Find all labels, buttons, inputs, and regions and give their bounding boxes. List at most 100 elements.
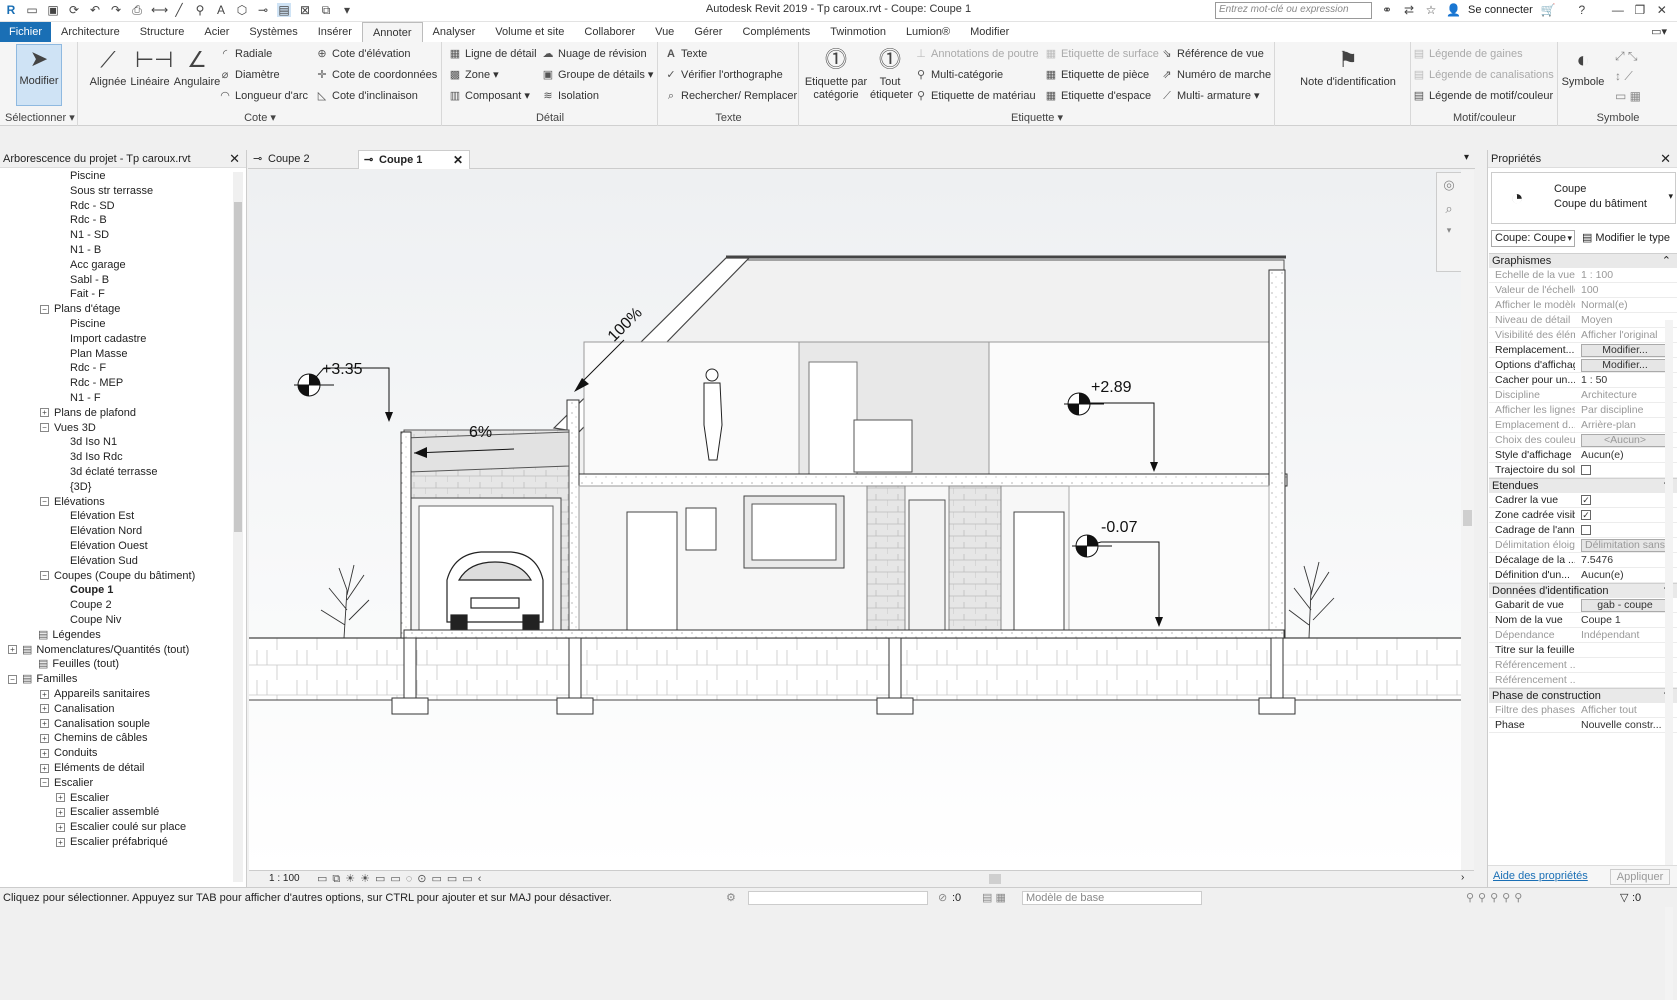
property-row[interactable]: Phase Nouvelle constr... [1489, 718, 1677, 733]
property-value[interactable]: Afficher tout [1581, 703, 1675, 718]
duct-legend-button[interactable]: ▤ Légende de gaines [1412, 46, 1523, 63]
close-icon[interactable]: ✕ [229, 150, 240, 168]
tree-item[interactable]: + ▤ Nomenclatures/Quantités (tout) [8, 643, 189, 658]
property-row[interactable]: Zone cadrée visible ✓ [1489, 508, 1677, 523]
property-checkbox[interactable]: ✓ [1581, 495, 1591, 506]
property-value[interactable]: Architecture [1581, 388, 1675, 403]
tree-item[interactable]: Import cadastre [56, 332, 146, 347]
instance-filter-select[interactable]: Coupe: Coupe ▾ [1491, 230, 1575, 247]
tree-item[interactable]: Plan Masse [56, 347, 127, 362]
tree-item[interactable]: N1 - F [56, 391, 101, 406]
property-value[interactable]: Modifier... [1581, 358, 1675, 373]
property-row[interactable]: Cacher pour un... 1 : 50 [1489, 373, 1677, 388]
tag-icon[interactable]: ⚲ [193, 3, 207, 17]
sync-icon[interactable]: ⟳ [67, 3, 81, 17]
collapse-icon[interactable]: − [40, 778, 49, 788]
tab-syst-mes[interactable]: Systèmes [239, 22, 307, 42]
property-row[interactable]: Nom de la vue Coupe 1 [1489, 613, 1677, 628]
tab-vue[interactable]: Vue [645, 22, 684, 42]
property-value[interactable]: Arrière-plan [1581, 418, 1675, 433]
view-control-icons[interactable]: ▭⧉☀☀▭▭◌⊙▭▭▭‹ [317, 872, 486, 886]
expand-icon[interactable]: + [56, 822, 65, 832]
keynote-button[interactable]: ⚑ Note d'identification [1298, 46, 1398, 88]
symbol-button[interactable]: ◐ Symbole [1559, 46, 1607, 88]
property-button[interactable]: Délimitation sans [1581, 539, 1669, 552]
pipe-legend-button[interactable]: ▤ Légende de canalisations [1412, 67, 1554, 84]
property-row[interactable]: Options d'affichage Modifier... [1489, 358, 1677, 373]
property-value[interactable]: Délimitation sans [1581, 538, 1675, 553]
tab-volume-et-site[interactable]: Volume et site [485, 22, 574, 42]
property-value[interactable]: Nouvelle constr... [1581, 718, 1675, 733]
expand-icon[interactable]: + [40, 748, 49, 758]
type-selector[interactable]: ◔ Coupe Coupe du bâtiment ▾ [1491, 172, 1676, 224]
property-value[interactable]: Afficher l'original [1581, 328, 1675, 343]
arc-length-button[interactable]: ◠ Longueur d'arc [218, 88, 308, 105]
tag-panel-label[interactable]: Etiquette ▾ [800, 111, 1274, 124]
tag-all-button[interactable]: ⓵ Tout étiqueter [870, 46, 913, 102]
tree-item[interactable]: Fait - F [56, 287, 105, 302]
tag-by-category-button[interactable]: ⓵ Etiquette par catégorie [802, 46, 870, 102]
property-row[interactable]: Titre sur la feuille [1489, 643, 1677, 658]
property-value[interactable] [1581, 523, 1675, 538]
tree-item[interactable]: + Escalier assemblé [56, 805, 159, 820]
tree-item[interactable]: + Appareils sanitaires [40, 687, 150, 702]
dimension-panel-label[interactable]: Cote ▾ [79, 111, 441, 124]
property-section[interactable]: Données d'identification⌃ [1489, 583, 1677, 598]
tree-item[interactable]: + Canalisation souple [40, 717, 150, 732]
tab-structure[interactable]: Structure [130, 22, 195, 42]
property-row[interactable]: Cadrage de l'annotation [1489, 523, 1677, 538]
tab-modifier[interactable]: Modifier [960, 22, 1019, 42]
property-row[interactable]: Délimitation éloignée Délimitation sans [1489, 538, 1677, 553]
open-icon[interactable]: ▭ [25, 3, 39, 17]
tab-architecture[interactable]: Architecture [51, 22, 130, 42]
selection-filter-icons[interactable]: ⚲⚲⚲⚲⚲ [1466, 888, 1526, 908]
nav-menu-icon[interactable]: ▾ [1437, 221, 1461, 239]
text-icon[interactable]: A [214, 3, 228, 17]
tree-item[interactable]: Elévation Nord [56, 524, 142, 539]
property-row[interactable]: Trajectoire du soleil [1489, 463, 1677, 478]
filter-icon[interactable]: ⊘ [938, 888, 947, 908]
aligned-dim-icon[interactable]: ╱ [172, 3, 186, 17]
select-panel-label[interactable]: Sélectionner ▾ [0, 111, 77, 124]
multi-category-button[interactable]: ⚲ Multi-catégorie [914, 67, 1003, 84]
property-value[interactable]: ✓ [1581, 493, 1675, 508]
property-row[interactable]: Choix des couleurs <Aucun> [1489, 433, 1677, 448]
tree-item[interactable]: + Escalier préfabriqué [56, 835, 168, 850]
tree-item[interactable]: − Coupes (Coupe du bâtiment) [40, 569, 195, 584]
tree-item[interactable]: + Chemins de câbles [40, 731, 148, 746]
property-button[interactable]: Modifier... [1581, 359, 1669, 372]
tab-compl-ments[interactable]: Compléments [732, 22, 820, 42]
tree-item[interactable]: Coupe 1 [56, 583, 113, 598]
property-button[interactable]: Modifier... [1581, 344, 1669, 357]
property-section[interactable]: Etendues⌃ [1489, 478, 1677, 493]
close-tab-icon[interactable]: ✕ [453, 151, 463, 170]
workset-select[interactable] [748, 891, 928, 905]
thin-lines-icon[interactable]: ▤ [277, 3, 291, 17]
revit-logo-icon[interactable]: R [4, 3, 18, 17]
detail-group-button[interactable]: ▣ Groupe de détails ▾ [541, 67, 654, 84]
tree-item[interactable]: ▤ Légendes [24, 628, 101, 643]
minimize-icon[interactable]: — [1611, 3, 1625, 17]
property-row[interactable]: Décalage de la ... 7.5476 [1489, 553, 1677, 568]
search-input[interactable]: Entrez mot-clé ou expression [1215, 2, 1372, 19]
star-icon[interactable]: ☆ [1424, 3, 1438, 17]
collapse-icon[interactable]: − [40, 571, 49, 581]
property-button[interactable]: gab - coupe [1581, 599, 1669, 612]
close-hidden-icon[interactable]: ⊠ [298, 3, 312, 17]
property-checkbox[interactable] [1581, 525, 1591, 536]
tab-twinmotion[interactable]: Twinmotion [820, 22, 896, 42]
apply-button[interactable]: Appliquer [1610, 869, 1670, 885]
scroll-right-icon[interactable]: › [1461, 872, 1464, 883]
properties-help-link[interactable]: Aide des propriétés [1493, 870, 1588, 882]
property-value[interactable]: Modifier... [1581, 343, 1675, 358]
hscroll-thumb[interactable] [989, 874, 1001, 884]
property-row[interactable]: Niveau de détail Moyen [1489, 313, 1677, 328]
property-row[interactable]: Remplacement... Modifier... [1489, 343, 1677, 358]
tab-collaborer[interactable]: Collaborer [574, 22, 645, 42]
tree-item[interactable]: Sous str terrasse [56, 184, 153, 199]
tab-menu-icon[interactable]: ▾ [1464, 152, 1469, 163]
scrollbar-thumb[interactable] [234, 202, 242, 532]
tree-item[interactable]: − ▤ Familles [8, 672, 77, 687]
tab-fichier[interactable]: Fichier [0, 22, 52, 42]
tree-item[interactable]: 3d Iso N1 [56, 435, 117, 450]
